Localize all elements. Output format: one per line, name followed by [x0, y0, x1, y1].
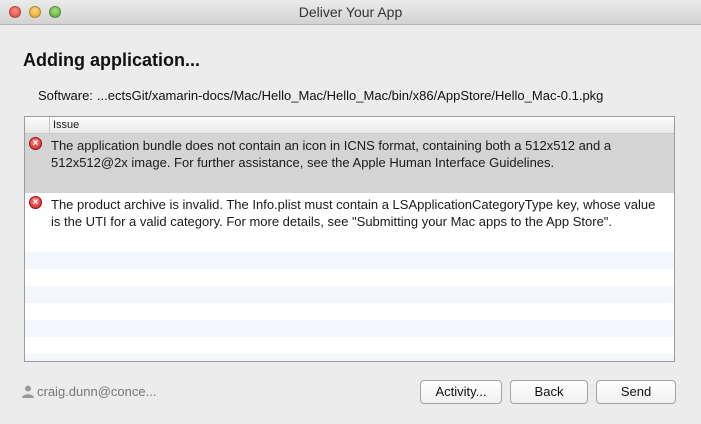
- user-icon: [21, 384, 35, 401]
- error-icon: ×: [29, 196, 42, 209]
- table-row[interactable]: × The application bundle does not contai…: [25, 134, 674, 193]
- page-heading: Adding application...: [23, 50, 200, 70]
- empty-row: [25, 269, 674, 286]
- empty-row: [25, 252, 674, 269]
- software-path: ...ectsGit/xamarin-docs/Mac/Hello_Mac/He…: [96, 88, 604, 103]
- issue-text: The application bundle does not contain …: [51, 138, 612, 170]
- title-bar: Deliver Your App: [0, 0, 701, 25]
- empty-row: [25, 303, 674, 320]
- software-label: Software:: [38, 88, 93, 103]
- empty-row: [25, 337, 674, 354]
- deliver-app-window: Deliver Your App Adding application... S…: [0, 0, 701, 424]
- software-path-line: Software: ...ectsGit/xamarin-docs/Mac/Hel…: [38, 88, 603, 103]
- issues-table[interactable]: Issue × The application bundle does not …: [24, 116, 675, 362]
- account-indicator: craig.dunn@conce...: [21, 384, 156, 401]
- error-icon: ×: [29, 137, 42, 150]
- account-name: craig.dunn@conce...: [37, 384, 157, 399]
- icon-column-header[interactable]: [25, 117, 50, 133]
- empty-row: [25, 286, 674, 303]
- issue-text: The product archive is invalid. The Info…: [51, 197, 656, 229]
- empty-row: [25, 354, 674, 361]
- table-row[interactable]: × The product archive is invalid. The In…: [25, 193, 674, 252]
- back-button[interactable]: Back: [510, 380, 588, 404]
- issues-table-header: Issue: [25, 117, 674, 134]
- send-button[interactable]: Send: [596, 380, 676, 404]
- issue-column-header[interactable]: Issue: [53, 117, 79, 133]
- window-title: Deliver Your App: [298, 4, 403, 20]
- empty-row: [25, 320, 674, 337]
- activity-button[interactable]: Activity...: [420, 380, 502, 404]
